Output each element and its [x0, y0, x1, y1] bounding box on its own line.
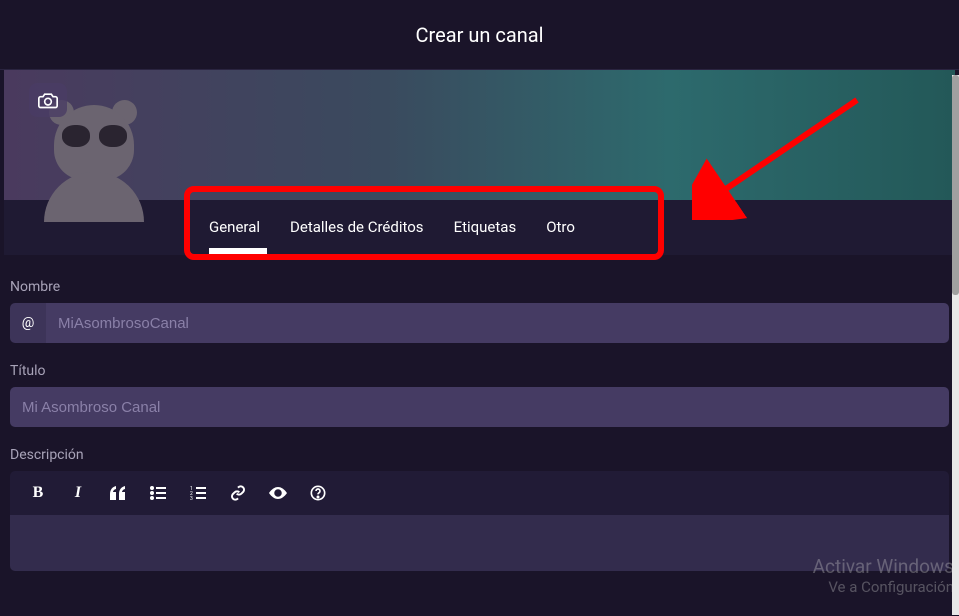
- quote-icon: [110, 486, 126, 500]
- bold-button[interactable]: B: [28, 483, 48, 503]
- tab-general[interactable]: General: [209, 218, 260, 248]
- title-input[interactable]: [10, 387, 949, 427]
- ordered-list-icon: 123: [190, 486, 206, 500]
- title-field-group: Título: [10, 363, 949, 427]
- svg-text:3: 3: [190, 496, 193, 500]
- quote-button[interactable]: [108, 483, 128, 503]
- description-editor[interactable]: [10, 515, 949, 571]
- description-field-group: Descripción B I 123: [10, 447, 949, 571]
- description-label: Descripción: [10, 447, 949, 463]
- bullet-list-icon: [150, 486, 166, 500]
- link-icon: [230, 485, 246, 501]
- name-label: Nombre: [10, 279, 949, 295]
- preview-button[interactable]: [268, 483, 288, 503]
- help-button[interactable]: [308, 483, 328, 503]
- name-prefix: @: [10, 303, 46, 343]
- ordered-list-button[interactable]: 123: [188, 483, 208, 503]
- tab-other[interactable]: Otro: [546, 218, 575, 248]
- vertical-scrollbar[interactable]: [952, 75, 959, 615]
- scrollbar-thumb[interactable]: [952, 75, 959, 295]
- editor-toolbar: B I 123: [10, 471, 949, 515]
- name-input[interactable]: [46, 303, 949, 343]
- tab-credit-details[interactable]: Detalles de Créditos: [290, 218, 424, 248]
- upload-image-button[interactable]: [29, 83, 67, 117]
- page-header: Crear un canal: [0, 0, 959, 70]
- camera-icon: [38, 91, 58, 109]
- link-button[interactable]: [228, 483, 248, 503]
- tab-tags[interactable]: Etiquetas: [454, 218, 517, 248]
- channel-banner: [4, 70, 955, 200]
- name-field-group: Nombre @: [10, 279, 949, 343]
- italic-button[interactable]: I: [68, 483, 88, 503]
- title-label: Título: [10, 363, 949, 379]
- eye-icon: [269, 486, 287, 500]
- form-container: Nombre @ Título Descripción B I 123: [0, 255, 959, 571]
- page-title: Crear un canal: [416, 23, 544, 47]
- help-icon: [310, 485, 326, 501]
- bullet-list-button[interactable]: [148, 483, 168, 503]
